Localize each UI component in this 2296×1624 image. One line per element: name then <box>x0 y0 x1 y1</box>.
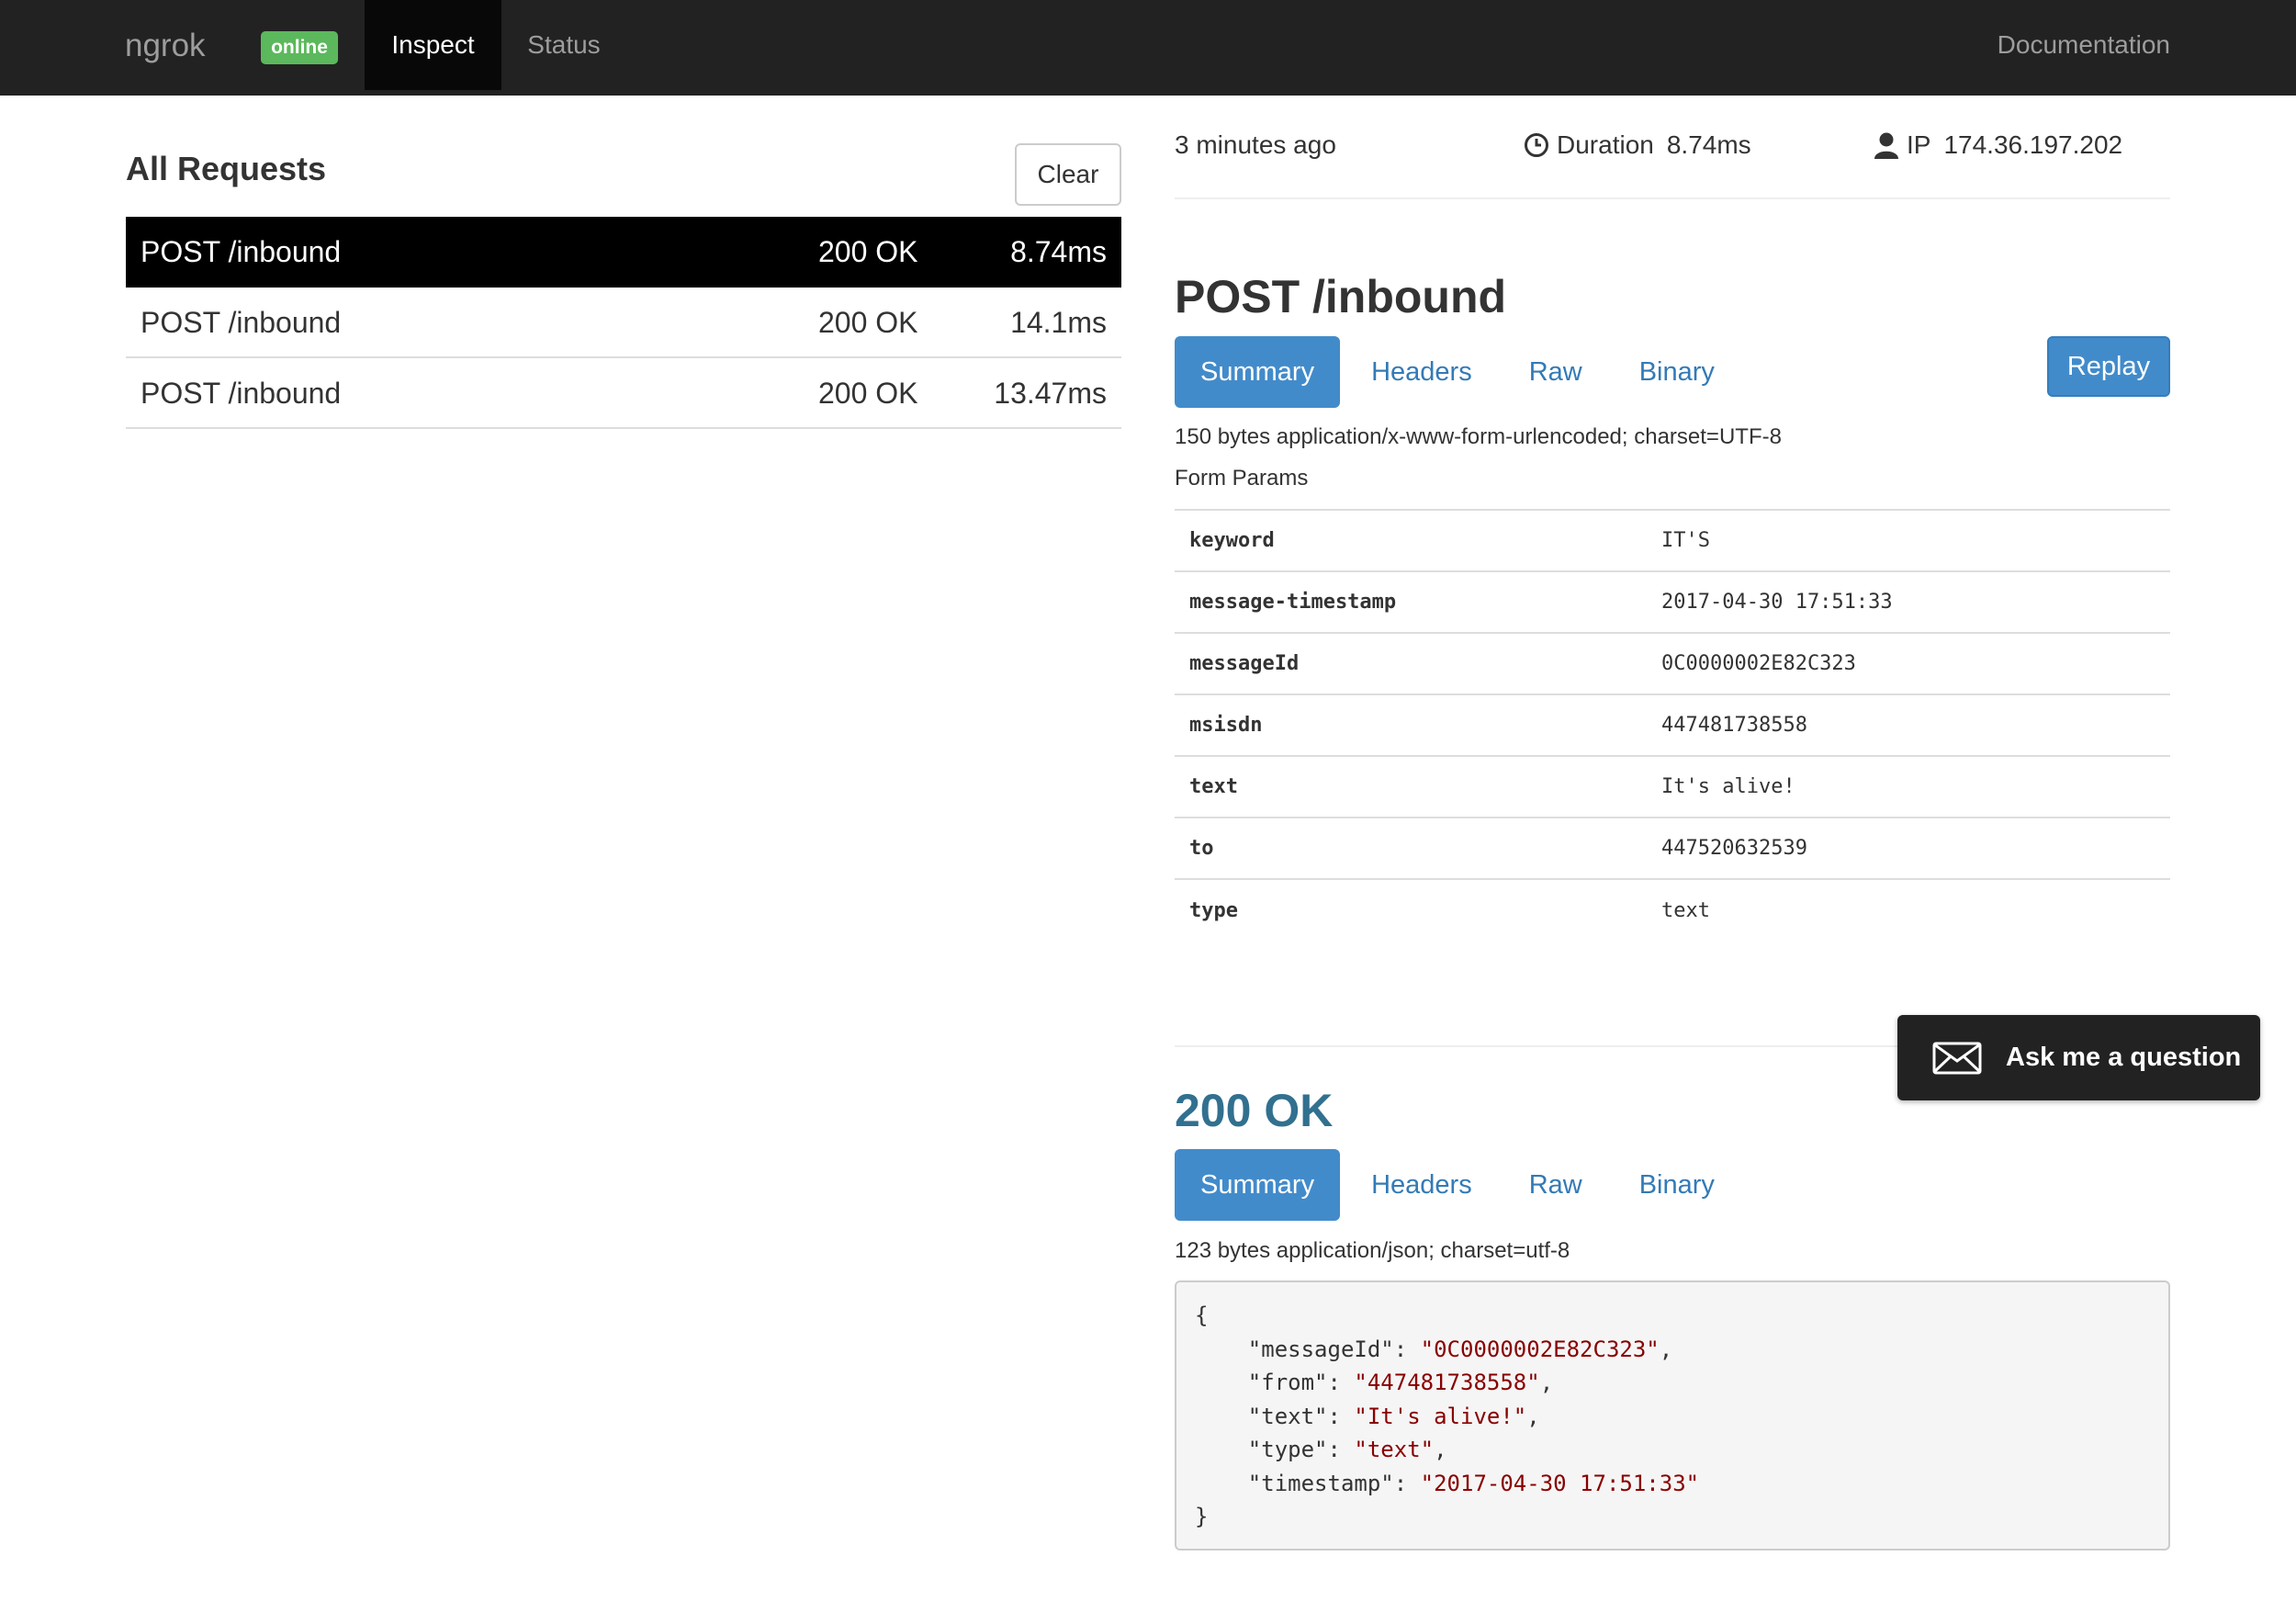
clear-button[interactable]: Clear <box>1015 143 1121 206</box>
request-content-info: 150 bytes application/x-www-form-urlenco… <box>1175 424 1782 449</box>
param-value: 447520632539 <box>1661 837 1807 860</box>
ask-question-label: Ask me a question <box>2006 1043 2242 1072</box>
response-json-body: { "messageId": "0C0000002E82C323", "from… <box>1175 1280 2170 1551</box>
duration-label: Duration <box>1557 130 1654 159</box>
request-duration: 8.74ms <box>1010 235 1107 268</box>
table-row: msisdn 447481738558 <box>1175 694 2170 756</box>
table-row: message-timestamp 2017-04-30 17:51:33 <box>1175 571 2170 633</box>
ip-label: IP <box>1907 130 1931 159</box>
ask-question-widget[interactable]: Ask me a question <box>1897 1015 2260 1100</box>
request-duration: 13.47ms <box>994 377 1107 410</box>
form-params-label: Form Params <box>1175 466 1309 491</box>
json-key: "from" <box>1247 1370 1328 1395</box>
param-key: message-timestamp <box>1189 591 1397 614</box>
time-ago-text: 3 minutes ago <box>1175 130 1336 159</box>
json-value: "447481738558" <box>1354 1370 1540 1395</box>
json-value: "It's alive!" <box>1354 1403 1527 1429</box>
request-duration-meta: Duration 8.74ms <box>1524 127 1751 164</box>
envelope-icon <box>1932 1042 1982 1074</box>
param-key: type <box>1189 898 1238 922</box>
table-row: to 447520632539 <box>1175 818 2170 879</box>
brand-logo[interactable]: ngrok <box>125 28 206 64</box>
table-row: text It's alive! <box>1175 756 2170 818</box>
replay-button[interactable]: Replay <box>2047 336 2170 397</box>
param-key: keyword <box>1189 529 1275 552</box>
table-row: type text <box>1175 879 2170 941</box>
json-value: "text" <box>1354 1437 1435 1462</box>
request-tab-raw[interactable]: Raw <box>1503 336 1608 408</box>
request-duration: 14.1ms <box>1010 306 1107 339</box>
request-tab-headers[interactable]: Headers <box>1345 336 1498 408</box>
table-row: messageId 0C0000002E82C323 <box>1175 633 2170 694</box>
request-time-ago: 3 minutes ago <box>1175 127 1336 164</box>
nav-tab-inspect[interactable]: Inspect <box>365 0 501 90</box>
form-params-table: keyword IT'S message-timestamp 2017-04-3… <box>1175 509 2170 941</box>
param-key: msisdn <box>1189 714 1263 737</box>
request-path: POST /inbound <box>141 306 342 339</box>
request-path: POST /inbound <box>141 235 342 268</box>
json-key: "text" <box>1247 1403 1328 1429</box>
json-key: "messageId" <box>1247 1336 1394 1362</box>
request-status: 200 OK <box>818 306 918 339</box>
param-value: 0C0000002E82C323 <box>1661 652 1856 675</box>
divider <box>1175 197 2170 199</box>
request-list: POST /inbound 200 OK 8.74ms POST /inboun… <box>126 217 1121 429</box>
param-value: IT'S <box>1661 529 1710 552</box>
param-key: to <box>1189 837 1214 860</box>
response-content-info: 123 bytes application/json; charset=utf-… <box>1175 1238 1570 1263</box>
response-tabs: Summary Headers Raw Binary <box>1175 1149 1746 1221</box>
response-title: 200 OK <box>1175 1085 1334 1136</box>
request-row-selected[interactable]: POST /inbound 200 OK 8.74ms <box>126 217 1121 288</box>
json-key: "timestamp" <box>1247 1470 1394 1496</box>
nav-tab-status[interactable]: Status <box>501 0 626 90</box>
all-requests-title: All Requests <box>126 150 327 187</box>
response-tab-summary[interactable]: Summary <box>1175 1149 1341 1221</box>
request-status: 200 OK <box>818 235 918 268</box>
request-tabs: Summary Headers Raw Binary <box>1175 336 1746 408</box>
request-path: POST /inbound <box>141 377 342 410</box>
request-row[interactable]: POST /inbound 200 OK 14.1ms <box>126 288 1121 358</box>
request-tab-binary[interactable]: Binary <box>1614 336 1740 408</box>
json-close-brace: } <box>1195 1504 1209 1529</box>
table-row: keyword IT'S <box>1175 510 2170 571</box>
response-tab-headers[interactable]: Headers <box>1345 1149 1498 1221</box>
param-key: text <box>1189 775 1238 798</box>
request-status: 200 OK <box>818 377 918 410</box>
json-open-brace: { <box>1195 1303 1209 1328</box>
json-value: "2017-04-30 17:51:33" <box>1420 1470 1700 1496</box>
clock-icon <box>1525 133 1548 157</box>
param-value: 2017-04-30 17:51:33 <box>1661 591 1893 614</box>
param-value: It's alive! <box>1661 775 1795 798</box>
request-tab-summary[interactable]: Summary <box>1175 336 1341 408</box>
json-key: "type" <box>1247 1437 1328 1462</box>
request-ip-meta: IP 174.36.197.202 <box>1874 127 2122 164</box>
ip-value: 174.36.197.202 <box>1943 130 2123 159</box>
documentation-link[interactable]: Documentation <box>1998 0 2170 90</box>
duration-value: 8.74ms <box>1666 130 1751 159</box>
response-tab-binary[interactable]: Binary <box>1614 1149 1740 1221</box>
param-key: messageId <box>1189 652 1300 675</box>
json-value: "0C0000002E82C323" <box>1420 1336 1660 1362</box>
online-badge: online <box>261 31 338 64</box>
request-row[interactable]: POST /inbound 200 OK 13.47ms <box>126 358 1121 429</box>
user-icon <box>1874 132 1898 159</box>
response-tab-raw[interactable]: Raw <box>1503 1149 1608 1221</box>
navbar: ngrok online Inspect Status Documentatio… <box>0 0 2296 96</box>
param-value: 447481738558 <box>1661 714 1807 737</box>
param-value: text <box>1661 898 1710 922</box>
request-title: POST /inbound <box>1175 271 1507 322</box>
